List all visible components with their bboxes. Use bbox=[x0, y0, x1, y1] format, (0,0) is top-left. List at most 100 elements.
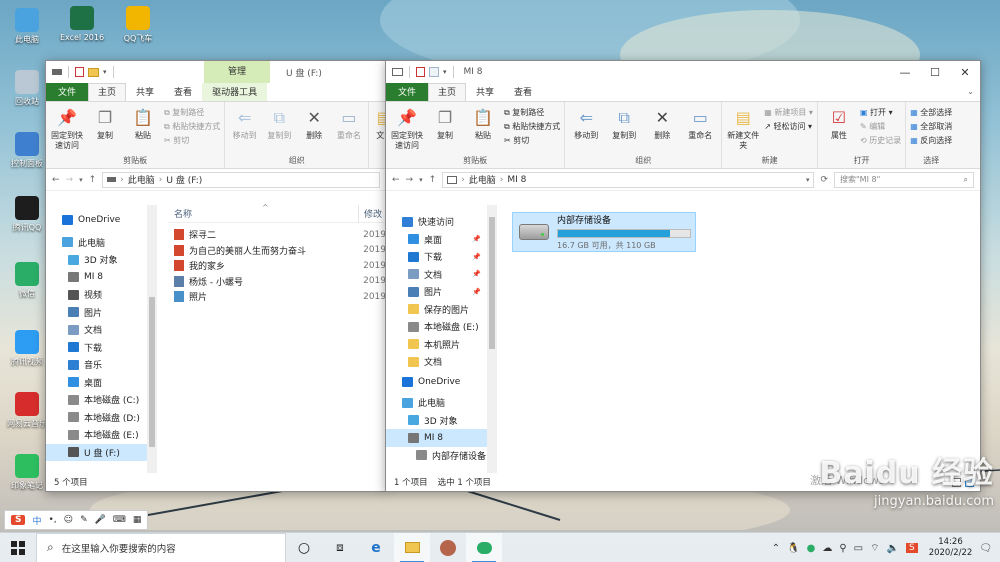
context-tab-manage[interactable]: 管理 bbox=[204, 61, 270, 83]
properties-button[interactable]: ☑ 属性 bbox=[822, 105, 856, 156]
desktop-icon-2[interactable]: 控制面板 bbox=[4, 132, 50, 169]
maximize-button[interactable]: ☐ bbox=[920, 61, 950, 83]
collapse-ribbon-chevron-icon[interactable]: ⌄ bbox=[967, 87, 974, 96]
nav-item[interactable]: 本机照片 bbox=[386, 336, 487, 354]
nav-item[interactable]: 图片 bbox=[46, 304, 147, 322]
pin-icon[interactable]: 📌 bbox=[472, 270, 481, 278]
copy-path-button[interactable]: ⧉ 复制路径 bbox=[164, 107, 220, 118]
nav-item[interactable]: 快速访问 bbox=[386, 213, 487, 231]
copy-button[interactable]: ❐ 复制 bbox=[88, 105, 122, 156]
address-dropdown-icon[interactable]: ▾ bbox=[806, 176, 810, 184]
sogou-tray-icon[interactable]: S bbox=[905, 543, 918, 553]
rename-button[interactable]: ▭ 重命名 bbox=[683, 105, 717, 156]
column-divider[interactable] bbox=[358, 205, 359, 223]
nav-item[interactable]: 3D 对象 bbox=[386, 412, 487, 430]
desktop-icon-7[interactable]: 印象笔记 bbox=[4, 454, 50, 491]
nav-item[interactable]: 本地磁盘 (D:) bbox=[46, 409, 147, 427]
nav-item[interactable]: 下载 bbox=[46, 339, 147, 357]
punctuation-icon[interactable]: •, bbox=[49, 515, 57, 525]
customize-chevron-icon[interactable]: ▾ bbox=[443, 68, 447, 76]
pin-icon[interactable]: 📌 bbox=[472, 235, 481, 243]
nav-item[interactable]: OneDrive bbox=[46, 211, 147, 229]
voice-icon[interactable]: 🎤 bbox=[95, 515, 106, 525]
pin-quick-access-button[interactable]: 📌 固定到快速访问 bbox=[50, 105, 84, 156]
desktop-icon-6[interactable]: 网易云音乐 bbox=[4, 392, 50, 429]
paste-shortcut-button[interactable]: ⧉ 粘贴快捷方式 bbox=[504, 121, 560, 132]
file-row[interactable]: 杨烁 - 小螺号 2019 bbox=[174, 274, 386, 290]
clock[interactable]: 14:26 2020/2/22 bbox=[929, 537, 973, 559]
cloud-tray-icon[interactable]: ☁ bbox=[822, 543, 832, 554]
sogou-logo-icon[interactable]: S bbox=[11, 515, 26, 525]
easy-access-button[interactable]: ↗ 轻松访问 ▾ bbox=[764, 121, 813, 132]
tab-file[interactable]: 文件 bbox=[386, 83, 429, 101]
file-row[interactable]: 照片 2019 bbox=[174, 289, 386, 305]
task-view-button[interactable]: ⧈ bbox=[322, 533, 358, 562]
nav-scrollbar[interactable] bbox=[487, 205, 497, 473]
copy-path-button[interactable]: ⧉ 复制路径 bbox=[504, 107, 560, 118]
desktop-icon-3[interactable]: 腾讯QQ bbox=[4, 196, 50, 233]
nav-item[interactable]: OneDrive bbox=[386, 374, 487, 392]
breadcrumb-this-pc[interactable]: 此电脑 bbox=[128, 173, 155, 186]
ime-lang-toggle[interactable]: 中 bbox=[32, 514, 41, 527]
file-row[interactable]: 为自己的美丽人生而努力奋斗 2019 bbox=[174, 243, 386, 259]
notifications-icon[interactable]: 🗨 bbox=[979, 543, 992, 554]
nav-item[interactable]: 保存的图片 bbox=[386, 301, 487, 319]
wechat-button[interactable] bbox=[466, 532, 502, 562]
start-button[interactable] bbox=[0, 533, 36, 562]
properties-quick-icon[interactable] bbox=[75, 67, 84, 77]
tab-home[interactable]: 主页 bbox=[88, 83, 127, 101]
file-row[interactable]: 探寻二 2019 bbox=[174, 227, 386, 243]
nav-item[interactable]: 桌面 📌 bbox=[386, 231, 487, 249]
nav-scroll-thumb[interactable] bbox=[489, 217, 495, 349]
address-bar[interactable]: › 此电脑 › U 盘 (F:) bbox=[102, 171, 380, 188]
minimize-button[interactable]: — bbox=[890, 61, 920, 83]
usb-tray-icon[interactable]: ⚲ bbox=[839, 543, 846, 554]
wechat-tray-icon[interactable]: ● bbox=[807, 543, 816, 554]
breadcrumb-current[interactable]: MI 8 bbox=[507, 175, 526, 185]
blank-quick-icon[interactable] bbox=[429, 67, 439, 77]
nav-scrollbar[interactable] bbox=[147, 205, 157, 473]
emoji-icon[interactable]: ☺ bbox=[64, 515, 73, 525]
taskbar-search-input[interactable]: ⌕ 在这里输入你要搜索的内容 bbox=[36, 532, 286, 562]
nav-item[interactable]: 本地磁盘 (E:) bbox=[46, 426, 147, 444]
recent-chevron-icon[interactable]: ▾ bbox=[79, 176, 83, 184]
pin-icon[interactable]: 📌 bbox=[472, 288, 481, 296]
delete-button[interactable]: ✕ 删除 bbox=[645, 105, 679, 156]
desktop-icon-1[interactable]: 回收站 bbox=[4, 70, 50, 107]
tab-view[interactable]: 查看 bbox=[504, 83, 542, 101]
pin-icon[interactable]: 📌 bbox=[472, 253, 481, 261]
nav-item[interactable]: U 盘 (F:) bbox=[46, 443, 147, 461]
nav-item[interactable]: 本地磁盘 (C:) bbox=[46, 391, 147, 409]
close-button[interactable]: ✕ bbox=[950, 61, 980, 83]
nav-item[interactable]: 桌面 bbox=[46, 374, 147, 392]
history-button[interactable]: ⟲ 历史记录 bbox=[860, 135, 901, 146]
pin-quick-access-button[interactable]: 📌 固定到快速访问 bbox=[390, 105, 424, 156]
nav-item[interactable]: MI 8 bbox=[46, 269, 147, 287]
copy-to-button[interactable]: ⧉ 复制到 bbox=[264, 105, 295, 156]
nav-item[interactable]: 此电脑 bbox=[46, 234, 147, 252]
back-arrow-icon[interactable]: ← bbox=[392, 175, 400, 185]
nav-item[interactable]: 文档 📌 bbox=[386, 266, 487, 284]
nav-item[interactable]: 音乐 bbox=[46, 356, 147, 374]
qq-tray-icon[interactable]: 🐧 bbox=[787, 543, 799, 554]
paste-shortcut-button[interactable]: ⧉ 粘贴快捷方式 bbox=[164, 121, 220, 132]
nav-item[interactable]: 内部存储设备 bbox=[386, 447, 487, 465]
move-to-button[interactable]: ⇐ 移动到 bbox=[229, 105, 260, 156]
skin-icon[interactable]: ✎ bbox=[80, 515, 88, 525]
file-explorer-button[interactable] bbox=[394, 532, 430, 562]
photo-app-button[interactable] bbox=[430, 533, 466, 562]
nav-item[interactable]: 3D 对象 bbox=[46, 251, 147, 269]
show-hidden-icons-chevron-icon[interactable]: ⌃ bbox=[772, 543, 780, 554]
copy-to-button[interactable]: ⧉ 复制到 bbox=[607, 105, 641, 156]
cortana-button[interactable]: ○ bbox=[286, 533, 322, 562]
nav-item[interactable]: 文档 bbox=[46, 321, 147, 339]
customize-chevron-icon[interactable]: ▾ bbox=[103, 68, 107, 76]
edge-button[interactable]: e bbox=[358, 533, 394, 562]
delete-button[interactable]: ✕ 删除 bbox=[299, 105, 330, 156]
new-folder-button[interactable]: ▤ 新建文件夹 bbox=[726, 105, 760, 156]
invert-selection-button[interactable]: ▦ 反向选择 bbox=[910, 135, 952, 146]
recent-chevron-icon[interactable]: ▾ bbox=[419, 176, 423, 184]
paste-button[interactable]: 📋 粘贴 bbox=[466, 105, 500, 156]
storage-device-tile[interactable]: 内部存储设备 16.7 GB 可用，共 110 GB bbox=[512, 212, 696, 252]
tab-drive-tools[interactable]: 驱动器工具 bbox=[202, 83, 268, 101]
